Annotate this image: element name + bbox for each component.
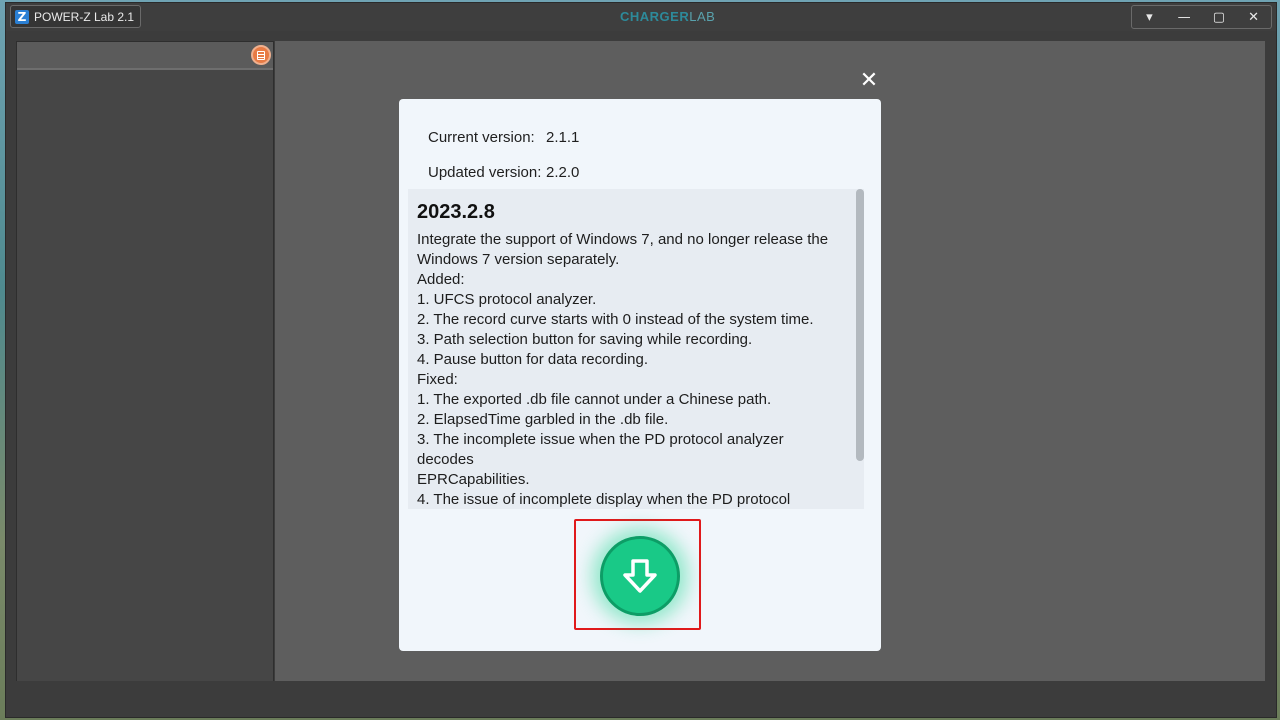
release-note-line: 4. Pause button for data recording. [417, 351, 648, 368]
release-note-line: 2. The record curve starts with 0 instea… [417, 311, 814, 328]
updated-version-row: Updated version: 2.2.0 [428, 164, 579, 181]
release-note-line: Windows 7 version separately. [417, 251, 620, 268]
release-note-line: 1. UFCS protocol analyzer. [417, 291, 597, 308]
brand-suffix: LAB [689, 9, 716, 24]
close-window-button[interactable]: ✕ [1236, 6, 1271, 28]
sidebar-header [17, 42, 273, 70]
release-note-line: 3. Path selection button for saving whil… [417, 331, 753, 348]
release-note-line: Fixed: [417, 371, 458, 388]
window-controls: ▾ — ▢ ✕ [1131, 5, 1272, 29]
updated-version-label: Updated version: [428, 164, 542, 181]
release-note-line: 3. The incomplete issue when the PD prot… [417, 431, 784, 468]
release-notes-lines: Integrate the support of Windows 7, and … [417, 230, 838, 509]
release-note-line: Added: [417, 271, 465, 288]
release-notes-panel[interactable]: 2023.2.8 Integrate the support of Window… [408, 189, 864, 509]
current-version-row: Current version: 2.1.1 [428, 129, 579, 146]
updated-version-value: 2.2.0 [546, 164, 580, 181]
app-logo-icon: Z [15, 9, 29, 24]
update-dialog: Current version: 2.1.1 Updated version: 2.… [399, 99, 881, 651]
release-note-line: 1. The exported .db file cannot under a … [417, 391, 772, 408]
brand-logo: CHARGERLAB [620, 9, 715, 24]
scrollbar-thumb[interactable] [856, 189, 864, 461]
app-title-badge[interactable]: Z POWER-Z Lab 2.1 [10, 5, 141, 28]
download-highlight-frame [574, 519, 701, 630]
download-button[interactable] [600, 536, 680, 616]
release-note-line: Integrate the support of Windows 7, and … [417, 231, 829, 248]
status-bar [6, 681, 1276, 717]
minimize-button[interactable]: — [1167, 6, 1202, 28]
release-notes-content: 2023.2.8 Integrate the support of Window… [408, 189, 856, 509]
close-dialog-icon[interactable]: ✕ [858, 70, 880, 92]
list-icon[interactable] [251, 45, 271, 65]
release-notes-scrollbar[interactable] [856, 189, 864, 509]
release-note-line: EPRCapabilities. [417, 471, 530, 488]
app-title: POWER-Z Lab 2.1 [34, 9, 135, 24]
release-notes-heading: 2023.2.8 [417, 201, 495, 223]
current-version-label: Current version: [428, 129, 535, 146]
maximize-button[interactable]: ▢ [1202, 6, 1237, 28]
titlebar: Z POWER-Z Lab 2.1 CHARGERLAB ▾ — ▢ ✕ [6, 3, 1276, 31]
download-arrow-icon [623, 559, 657, 593]
release-note-line: 4. The issue of incomplete display when … [417, 491, 791, 508]
brand-main: CHARGER [620, 9, 690, 24]
release-note-line: 2. ElapsedTime garbled in the .db file. [417, 411, 669, 428]
device-sidebar [16, 41, 274, 683]
current-version-value: 2.1.1 [546, 129, 580, 146]
dropdown-menu-button[interactable]: ▾ [1132, 6, 1167, 28]
